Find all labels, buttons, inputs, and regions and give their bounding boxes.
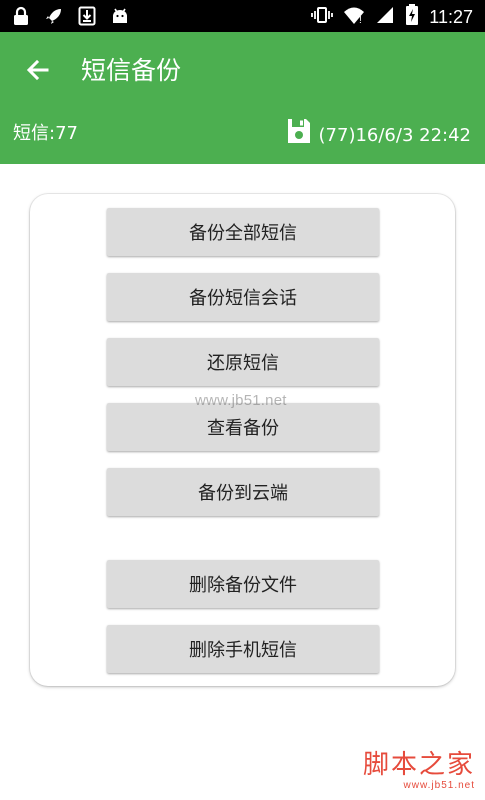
app-bar: 短信备份 短信:77 (77)16/6/3 22:42 bbox=[0, 32, 485, 164]
restore-sms-button[interactable]: 还原短信 bbox=[107, 338, 379, 386]
save-icon bbox=[287, 118, 311, 153]
delete-phone-sms-button[interactable]: 删除手机短信 bbox=[107, 625, 379, 673]
vibrate-icon bbox=[311, 5, 334, 29]
android-icon bbox=[110, 6, 130, 30]
backup-to-cloud-button[interactable]: 备份到云端 bbox=[107, 468, 379, 516]
wifi-icon: ! bbox=[343, 5, 365, 29]
footer-logo: 脚本之家 www.jb51.net bbox=[363, 750, 475, 792]
rocket-icon bbox=[44, 6, 64, 30]
status-time: 11:27 bbox=[429, 7, 473, 27]
arrow-left-icon bbox=[25, 57, 51, 87]
sms-count-label: 短信:77 bbox=[13, 123, 78, 144]
watermark-text: www.jb51.net bbox=[195, 392, 287, 409]
status-bar: ! 11:27 bbox=[0, 0, 485, 32]
status-right-icons: ! 11:27 bbox=[311, 4, 473, 30]
delete-backup-files-button[interactable]: 删除备份文件 bbox=[107, 560, 379, 608]
footer-logo-url: www.jb51.net bbox=[403, 780, 475, 791]
backup-sms-threads-button[interactable]: 备份短信会话 bbox=[107, 273, 379, 321]
backup-all-sms-button[interactable]: 备份全部短信 bbox=[107, 208, 379, 256]
view-backup-button[interactable]: 查看备份 bbox=[107, 403, 379, 451]
last-backup-text: (77)16/6/3 22:42 bbox=[318, 124, 471, 146]
lock-icon bbox=[12, 6, 30, 30]
download-icon bbox=[78, 6, 96, 30]
signal-icon bbox=[375, 5, 395, 29]
status-left-icons bbox=[12, 6, 130, 30]
battery-charging-icon bbox=[405, 4, 419, 30]
page-title: 短信备份 bbox=[81, 56, 182, 85]
back-button[interactable] bbox=[20, 54, 56, 90]
last-backup-info: (77)16/6/3 22:42 bbox=[287, 118, 471, 153]
actions-card: 备份全部短信 备份短信会话 还原短信 查看备份 备份到云端 删除备份文件 删除手… bbox=[30, 194, 455, 686]
svg-text:!: ! bbox=[359, 15, 362, 25]
footer-logo-title: 脚本之家 bbox=[362, 750, 475, 780]
